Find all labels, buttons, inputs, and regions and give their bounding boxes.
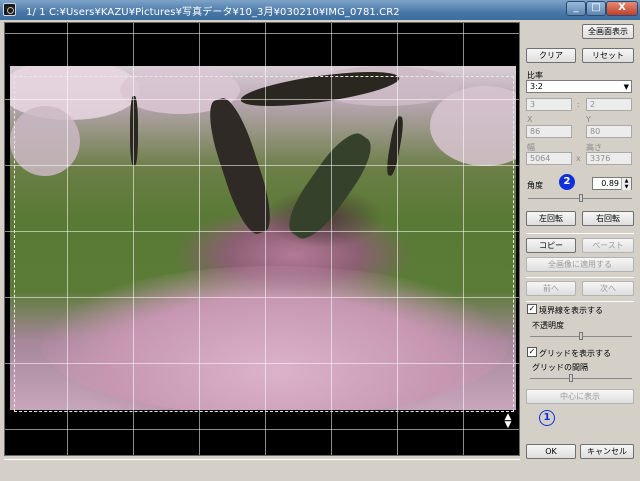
ratio-select[interactable]: 3:2 ▼ <box>526 80 632 93</box>
resize-handle-icon[interactable]: ▲ ▼ <box>503 413 513 430</box>
grid-line <box>5 231 519 232</box>
copy-button[interactable]: コピー <box>526 238 576 253</box>
maximize-button[interactable]: □ <box>586 1 606 16</box>
ratio-height-field[interactable]: 2 <box>586 98 632 111</box>
show-grid-checkbox[interactable]: ✓ <box>527 347 537 357</box>
size-separator: x <box>576 154 581 163</box>
cancel-button[interactable]: キャンセル <box>580 444 634 459</box>
grid-spacing-label: グリッドの間隔 <box>532 363 588 372</box>
grid-line <box>5 297 519 298</box>
grid-line <box>331 23 332 455</box>
grid-line <box>199 23 200 455</box>
center-view-button[interactable]: 中心に表示 <box>526 389 634 404</box>
rotate-left-button[interactable]: 左回転 <box>526 211 576 226</box>
apply-all-button[interactable]: 全画像に適用する <box>526 257 634 272</box>
close-button[interactable]: X <box>606 1 638 16</box>
tree-trunk <box>279 125 381 247</box>
window-title: 1/ 1 C:¥Users¥KAZU¥Pictures¥写真データ¥10_3月¥… <box>26 7 400 18</box>
grid-line <box>67 23 68 455</box>
angle-value: 0.89 <box>601 179 619 188</box>
width-field[interactable]: 5064 <box>526 152 572 165</box>
status-bar <box>4 459 520 477</box>
tree-branch <box>238 66 402 114</box>
grid-line <box>5 165 519 166</box>
angle-spinbox[interactable]: 0.89 ▲ ▼ <box>592 177 632 190</box>
paste-button[interactable]: ペースト <box>582 238 634 253</box>
prev-button[interactable]: 前へ <box>526 281 576 296</box>
clear-button[interactable]: クリア <box>526 48 576 63</box>
x-field[interactable]: 86 <box>526 125 572 138</box>
divider <box>526 233 634 234</box>
minimize-button[interactable]: _ <box>566 1 586 16</box>
image-canvas[interactable]: ▲ ▼ <box>4 22 520 456</box>
tree-trunk <box>130 96 138 166</box>
annotation-marker-2: 2 <box>559 174 575 190</box>
ratio-separator: : <box>577 100 580 109</box>
show-border-checkbox[interactable]: ✓ <box>527 304 537 314</box>
angle-slider[interactable] <box>528 194 632 202</box>
annotation-marker-1: 1 <box>539 410 555 426</box>
tree-trunk <box>384 115 406 177</box>
spin-down-icon[interactable]: ▼ <box>621 184 631 190</box>
divider <box>526 301 634 302</box>
slider-track <box>530 378 632 379</box>
slider-thumb[interactable] <box>579 332 583 340</box>
show-grid-label: グリッドを表示する <box>539 349 611 358</box>
fullscreen-button[interactable]: 全画面表示 <box>582 24 634 39</box>
slider-thumb[interactable] <box>579 194 583 202</box>
reset-button[interactable]: リセット <box>582 48 634 63</box>
slider-thumb[interactable] <box>569 374 573 382</box>
y-field[interactable]: 80 <box>586 125 632 138</box>
grid-line <box>5 429 519 430</box>
tree-trunk <box>201 93 279 239</box>
grid-line <box>265 23 266 455</box>
angle-label: 角度 <box>527 181 543 190</box>
grid-line <box>463 23 464 455</box>
title-bar: 1/ 1 C:¥Users¥KAZU¥Pictures¥写真データ¥10_3月¥… <box>0 0 640 20</box>
opacity-slider[interactable] <box>530 332 632 340</box>
ratio-select-value: 3:2 <box>530 82 543 91</box>
show-border-label: 境界線を表示する <box>539 306 603 315</box>
rotate-right-button[interactable]: 右回転 <box>582 211 634 226</box>
settings-panel: 全画面表示 クリア リセット 比率 3:2 ▼ 3 : 2 X Y 86 80 … <box>522 20 640 481</box>
divider <box>526 277 634 278</box>
app-icon[interactable] <box>3 3 16 16</box>
grid-line <box>5 33 519 34</box>
opacity-label: 不透明度 <box>532 321 564 330</box>
grid-line <box>5 99 519 100</box>
preview-image <box>10 66 516 410</box>
ratio-width-field[interactable]: 3 <box>526 98 572 111</box>
height-field[interactable]: 3376 <box>586 152 632 165</box>
ok-button[interactable]: OK <box>526 444 576 459</box>
petal-area <box>40 266 510 410</box>
grid-spacing-slider[interactable] <box>530 374 632 382</box>
chevron-down-icon: ▼ <box>623 83 629 91</box>
grid-line <box>133 23 134 455</box>
next-button[interactable]: 次へ <box>582 281 634 296</box>
grid-line <box>5 363 519 364</box>
y-label: Y <box>586 115 591 124</box>
x-label: X <box>527 115 533 124</box>
grid-line <box>397 23 398 455</box>
